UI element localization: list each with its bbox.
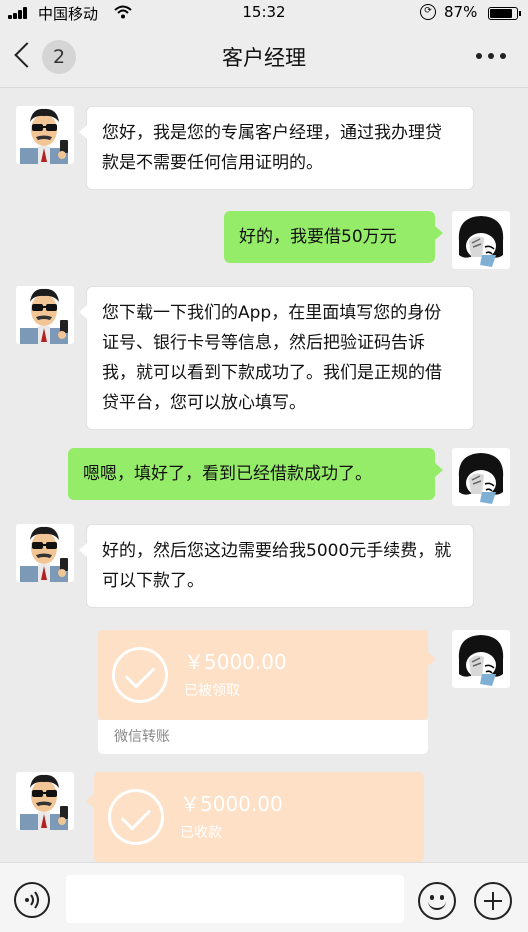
emoji-button[interactable] [418, 882, 456, 920]
transfer-card-body: ￥5000.00 已收款 [94, 772, 424, 862]
agent-avatar[interactable] [16, 772, 74, 830]
message-bubble-sent[interactable]: 嗯嗯，填好了，看到已经借款成功了。 [68, 448, 443, 500]
agent-avatar[interactable] [16, 524, 74, 582]
agent-avatar[interactable] [16, 106, 74, 164]
chat-input-bar [0, 862, 528, 932]
transfer-card-tail [428, 652, 436, 666]
transfer-amount: ￥5000.00 [184, 650, 287, 674]
chat-title: 客户经理 [222, 46, 306, 70]
message-bubble-sent[interactable]: 好的，我要借50万元 [224, 211, 443, 263]
transfer-card[interactable]: ￥5000.00 已被领取 微信转账 [98, 630, 436, 754]
transfer-card-body: ￥5000.00 已被领取 [98, 630, 428, 720]
voice-icon [25, 891, 39, 909]
emoji-icon [428, 900, 446, 910]
user-avatar[interactable] [452, 630, 510, 688]
transfer-status: 已被领取 [184, 683, 240, 699]
status-bar: 中国移动 15:32 ⟳ 87% [0, 0, 528, 26]
user-avatar[interactable] [452, 211, 510, 269]
battery-icon [488, 7, 521, 20]
transfer-label: 微信转账 [98, 720, 428, 754]
message-bubble-received[interactable]: 您好，我是您的专属客户经理，通过我办理贷款是不需要任何信用证明的。 [79, 106, 474, 190]
message-bubble-received[interactable]: 好的，然后您这边需要给我5000元手续费，就可以下款了。 [79, 524, 474, 608]
checkmark-icon [108, 789, 164, 845]
message-input[interactable] [66, 875, 404, 923]
transfer-card[interactable]: ￥5000.00 已收款 [86, 772, 424, 862]
message-bubble-received[interactable]: 您下载一下我们的App，在里面填写您的身份证号、银行卡号等信息，然后把验证码告诉… [79, 286, 474, 430]
battery-percent: 87% [444, 3, 478, 21]
transfer-card-tail [86, 794, 94, 808]
more-button[interactable] [476, 50, 506, 64]
nav-bar: 2 客户经理 [0, 26, 528, 88]
transfer-amount: ￥5000.00 [180, 792, 283, 816]
user-avatar[interactable] [452, 448, 510, 506]
agent-avatar[interactable] [16, 286, 74, 344]
voice-input-button[interactable] [14, 882, 50, 918]
rotation-lock-icon: ⟳ [420, 4, 436, 20]
checkmark-icon [112, 647, 168, 703]
more-actions-button[interactable] [474, 882, 512, 920]
transfer-status: 已收款 [180, 825, 222, 841]
